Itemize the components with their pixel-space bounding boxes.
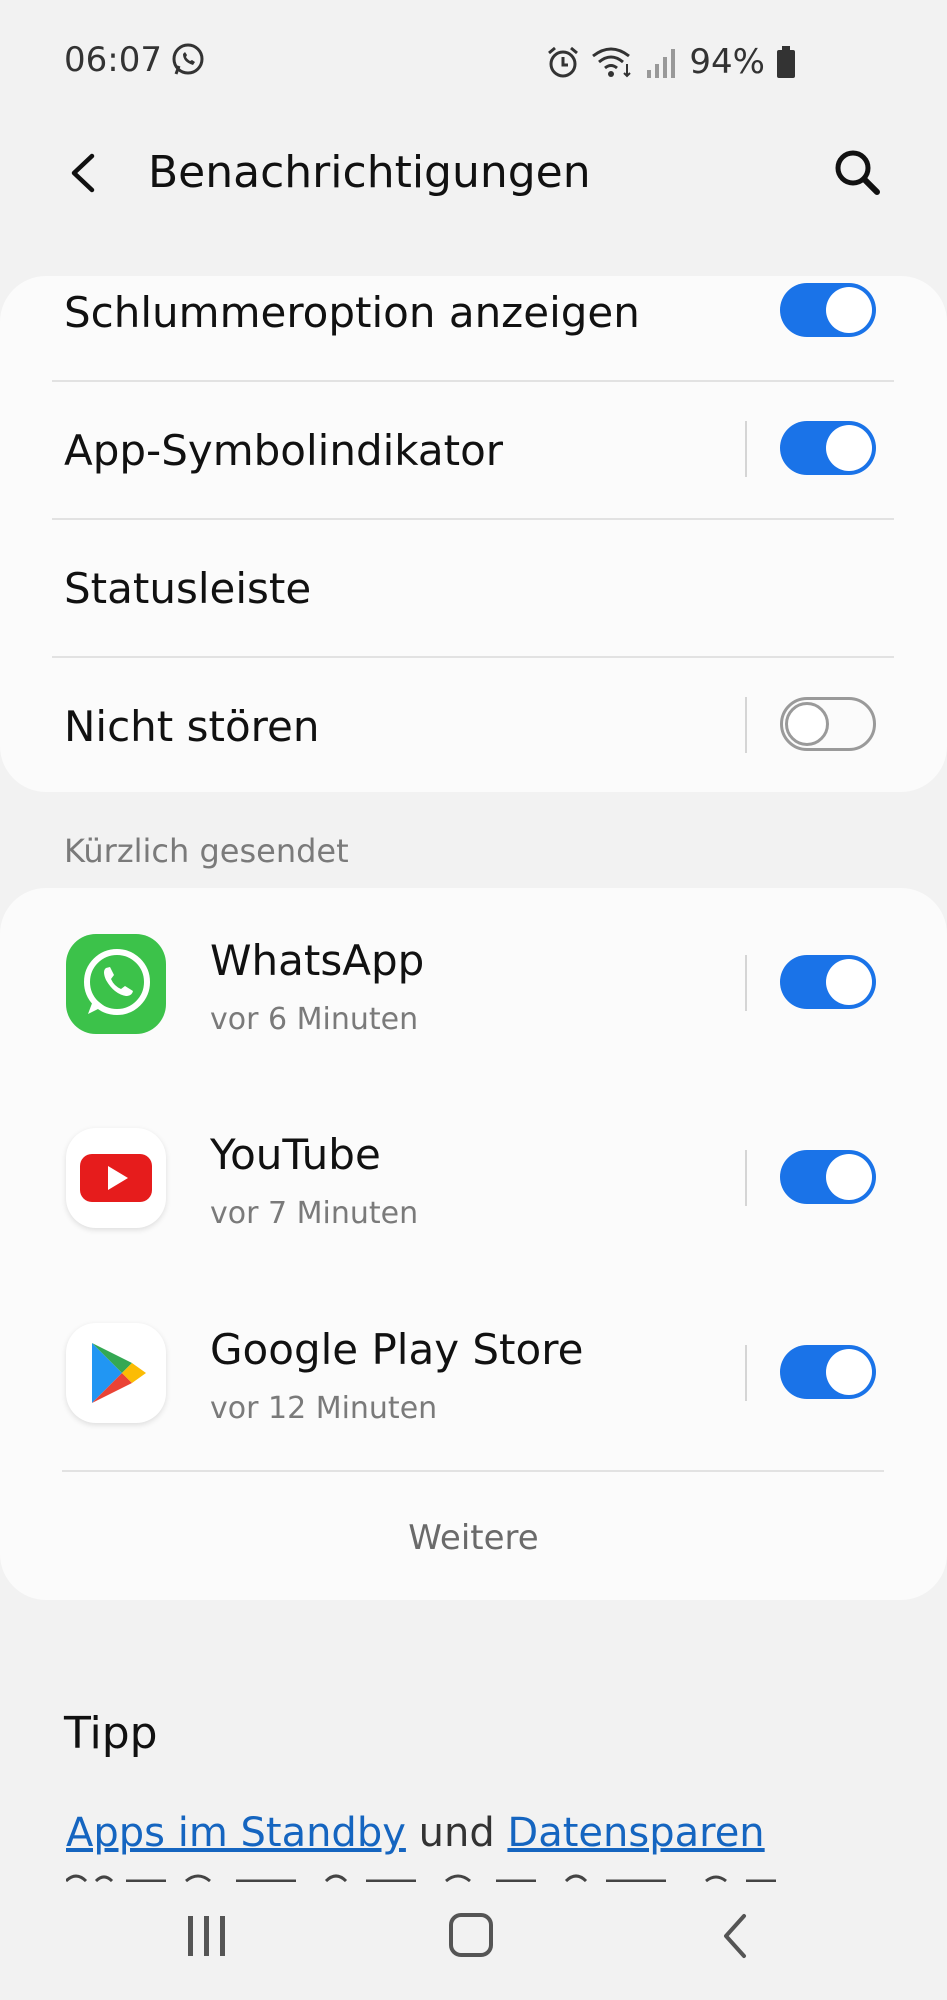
app-name-youtube[interactable]: YouTube — [210, 1130, 381, 1179]
recent-section-label: Kürzlich gesendet — [64, 832, 349, 870]
play-store-toggle[interactable] — [780, 1345, 876, 1399]
youtube-toggle[interactable] — [780, 1150, 876, 1204]
setting-snooze-label[interactable]: Schlummeroption anzeigen — [64, 288, 640, 337]
separator — [745, 1150, 747, 1206]
play-store-icon — [66, 1323, 166, 1423]
divider — [62, 1470, 884, 1472]
data-saver-link[interactable]: Datensparen — [507, 1810, 764, 1856]
divider — [52, 518, 894, 520]
divider — [52, 380, 894, 382]
wifi-icon — [592, 47, 632, 78]
toggle-knob — [826, 425, 872, 471]
app-time-whatsapp: vor 6 Minuten — [210, 1002, 419, 1037]
separator — [745, 697, 747, 753]
toggle-knob — [826, 287, 872, 333]
tip-conjunction: und — [418, 1810, 495, 1856]
app-time-play-store: vor 12 Minuten — [210, 1391, 438, 1426]
app-time-youtube: vor 7 Minuten — [210, 1196, 419, 1231]
more-button[interactable]: Weitere — [0, 1518, 947, 1558]
app-badge-toggle[interactable] — [780, 421, 876, 475]
snooze-toggle[interactable] — [780, 283, 876, 337]
battery-icon — [777, 46, 795, 78]
tip-text: Apps im Standby und Datensparen — [66, 1810, 765, 1856]
toggle-knob — [826, 1349, 872, 1395]
home-button[interactable] — [448, 1912, 494, 1958]
status-time: 06:07 — [64, 40, 162, 80]
alarm-icon — [548, 46, 579, 78]
tip-text-overflow — [66, 1868, 826, 1882]
setting-status-bar-label[interactable]: Statusleiste — [64, 564, 311, 613]
back-button[interactable] — [60, 148, 110, 198]
separator — [745, 1345, 747, 1401]
app-name-play-store[interactable]: Google Play Store — [210, 1325, 583, 1374]
search-icon[interactable] — [831, 146, 883, 198]
setting-app-badge-label[interactable]: App-Symbolindikator — [64, 426, 503, 475]
app-name-whatsapp[interactable]: WhatsApp — [210, 936, 424, 985]
youtube-icon — [66, 1128, 166, 1228]
separator — [745, 421, 747, 477]
divider — [52, 656, 894, 658]
page-title: Benachrichtigungen — [148, 147, 591, 198]
separator — [745, 955, 747, 1011]
whatsapp-notification-icon — [172, 43, 204, 75]
setting-do-not-disturb-label[interactable]: Nicht stören — [64, 702, 319, 751]
apps-standby-link[interactable]: Apps im Standby — [66, 1810, 406, 1856]
whatsapp-icon — [66, 934, 166, 1034]
signal-icon — [647, 49, 676, 78]
do-not-disturb-toggle[interactable] — [780, 697, 876, 751]
nav-back-button[interactable] — [720, 1912, 750, 1960]
tip-title: Tipp — [64, 1708, 158, 1759]
toggle-knob — [785, 702, 829, 746]
recent-apps-button[interactable] — [186, 1914, 228, 1958]
battery-percent: 94% — [689, 42, 765, 82]
status-icons: 94% — [545, 42, 797, 82]
toggle-knob — [826, 1154, 872, 1200]
whatsapp-toggle[interactable] — [780, 955, 876, 1009]
toggle-knob — [826, 959, 872, 1005]
